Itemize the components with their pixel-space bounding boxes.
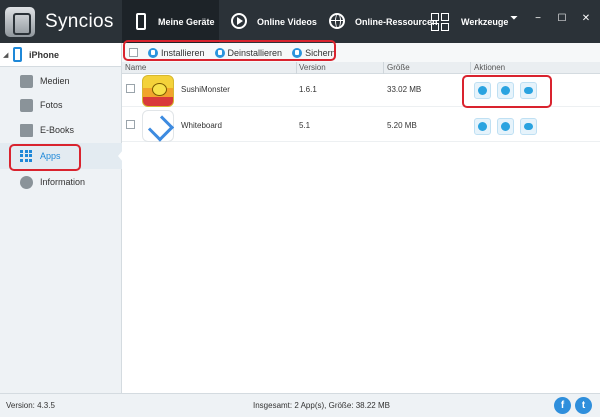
whiteboard-app-icon <box>142 110 174 142</box>
toolbox-icon <box>431 12 449 31</box>
maximize-icon[interactable]: ☐ <box>556 13 568 24</box>
highlight-toolbar <box>123 40 336 61</box>
app-size: 5.20 MB <box>387 121 417 130</box>
menu-dropdown-icon[interactable]: ⏷ <box>508 13 520 24</box>
sidebar-item-ebooks[interactable]: E-Books <box>0 117 122 143</box>
sushimonster-app-icon <box>142 75 174 107</box>
iphone-icon <box>13 47 22 62</box>
status-bar: Version: 4.3.5 Insgesamt: 2 App(s), Größ… <box>0 393 600 417</box>
row-checkbox[interactable] <box>126 84 135 93</box>
column-header-version[interactable]: Version <box>299 63 326 73</box>
play-icon <box>231 12 249 31</box>
minimize-icon[interactable]: − <box>532 13 544 24</box>
total-summary: Insgesamt: 2 App(s), Größe: 38.22 MB <box>253 401 390 410</box>
app-version: 5.1 <box>299 121 311 130</box>
collapse-arrow-icon[interactable]: ◢ <box>3 51 13 59</box>
syncios-logo-icon <box>5 6 35 37</box>
ebooks-icon <box>20 123 33 137</box>
photos-icon <box>20 98 33 112</box>
highlight-apps <box>9 144 81 171</box>
sidebar-item-information[interactable]: Information <box>0 169 122 195</box>
globe-icon <box>329 12 347 31</box>
twitter-icon[interactable]: t <box>575 397 592 414</box>
view-app-button[interactable] <box>520 118 537 135</box>
facebook-icon[interactable]: f <box>554 397 571 414</box>
row-checkbox[interactable] <box>126 120 135 129</box>
sidebar-item-label: Fotos <box>40 100 63 110</box>
app-name: Whiteboard <box>181 121 222 130</box>
column-header-size[interactable]: Größe <box>387 63 410 73</box>
window-controls: ⏷ − ☐ ✕ <box>508 13 592 24</box>
tab-label: Online-Ressourcen <box>355 16 438 27</box>
close-icon[interactable]: ✕ <box>580 13 592 24</box>
title-bar: Syncios Meine Geräte Online Videos Onlin… <box>0 0 600 43</box>
uninstall-app-button[interactable] <box>474 118 491 135</box>
sidebar: ◢ iPhone Medien Fotos E-Books Apps Infor… <box>0 43 123 393</box>
device-name: iPhone <box>29 49 60 60</box>
sidebar-item-fotos[interactable]: Fotos <box>0 92 122 118</box>
table-header: Name Version Größe Aktionen <box>122 62 600 74</box>
media-icon <box>20 74 33 88</box>
sidebar-item-label: Information <box>40 177 86 187</box>
tab-werkzeuge[interactable]: Werkzeuge <box>431 0 508 43</box>
phone-icon <box>132 12 150 31</box>
tab-label: Online Videos <box>257 16 317 27</box>
tab-label: Werkzeuge <box>461 16 509 27</box>
tab-label: Meine Geräte <box>158 16 215 27</box>
device-header[interactable]: ◢ iPhone <box>0 43 121 67</box>
sidebar-item-medien[interactable]: Medien <box>0 68 122 94</box>
version-label: Version: 4.3.5 <box>6 401 55 410</box>
highlight-actions <box>462 75 552 108</box>
column-header-actions: Aktionen <box>474 63 506 72</box>
app-version: 1.6.1 <box>299 85 317 94</box>
app-logo: Syncios <box>0 0 122 43</box>
column-header-name[interactable]: Name <box>125 63 146 73</box>
backup-app-button[interactable] <box>497 118 514 135</box>
app-name: SushiMonster <box>181 85 230 94</box>
table-row[interactable]: Whiteboard 5.1 5.20 MB <box>122 109 600 142</box>
sidebar-item-label: Medien <box>40 76 70 86</box>
tab-meine-geraete[interactable]: Meine Geräte <box>122 0 219 43</box>
info-icon <box>20 175 33 189</box>
tab-online-videos[interactable]: Online Videos <box>231 0 317 43</box>
app-size: 33.02 MB <box>387 85 422 94</box>
app-title: Syncios <box>45 10 114 32</box>
selection-caret <box>118 150 123 162</box>
tab-online-ressourcen[interactable]: Online-Ressourcen <box>329 0 438 43</box>
sidebar-item-label: E-Books <box>40 125 75 135</box>
